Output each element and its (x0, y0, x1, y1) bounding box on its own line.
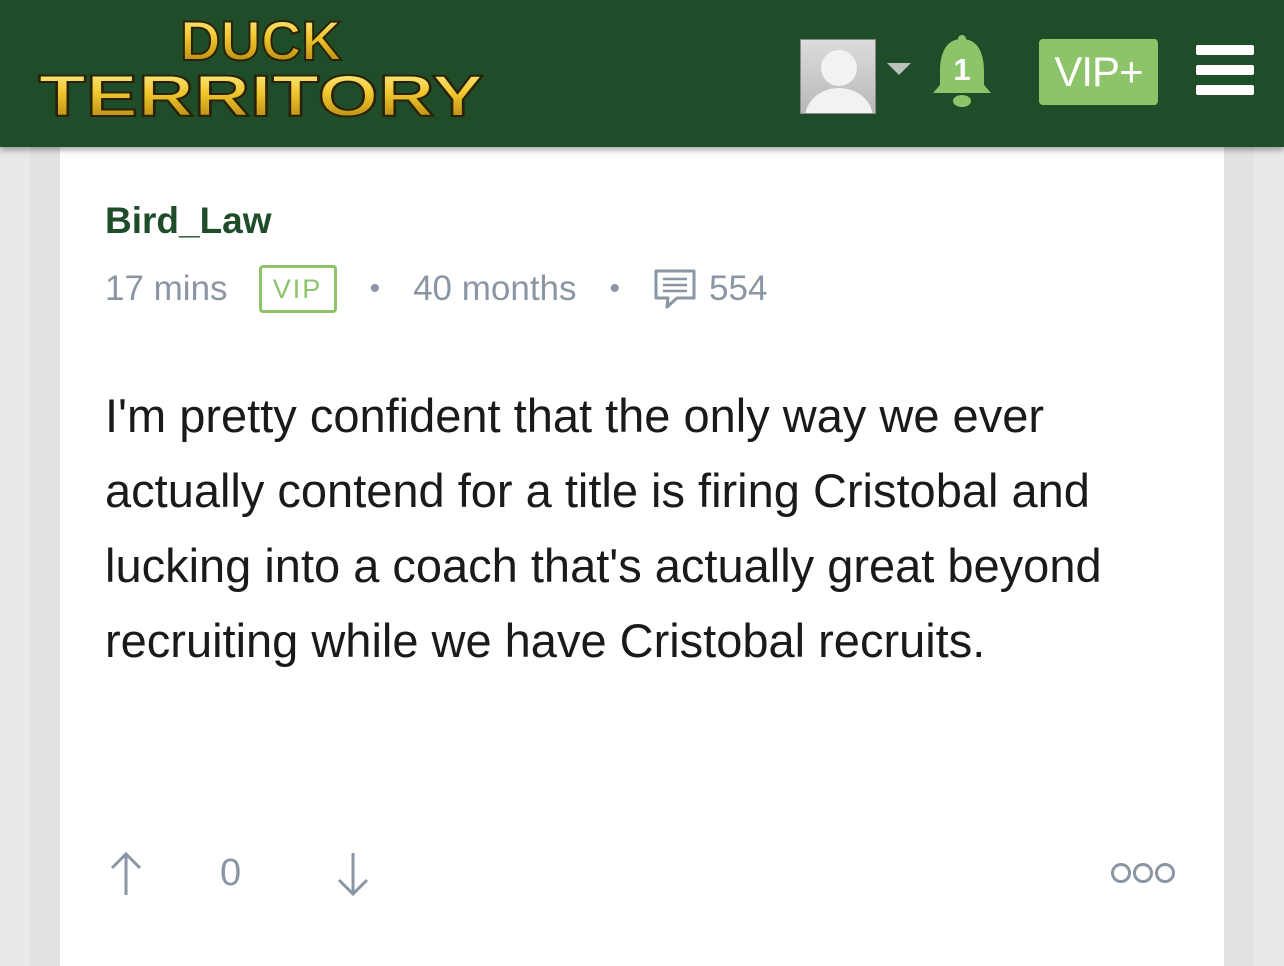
comment-count: 554 (709, 269, 768, 308)
duck-territory-logo[interactable]: DUCK TERRITORY (36, 10, 496, 130)
user-avatar[interactable] (800, 39, 876, 114)
top-navigation-bar: DUCK TERRITORY 1 VIP+ (0, 0, 1284, 147)
meta-separator: • (369, 272, 381, 305)
post-time: 17 mins (105, 269, 228, 308)
comment-icon (654, 269, 696, 309)
notification-count: 1 (953, 52, 971, 87)
post-body: I'm pretty confident that the only way w… (105, 389, 1102, 667)
post-username[interactable]: Bird_Law (105, 200, 272, 242)
upvote-arrow-icon[interactable] (106, 850, 146, 898)
hamburger-menu-icon[interactable] (1196, 45, 1254, 95)
logo-line-1: DUCK (180, 10, 342, 72)
vip-badge: VIP (258, 265, 337, 313)
post-meta: 17 mins VIP • 40 months • 554 (105, 264, 767, 314)
membership-length: 40 months (413, 269, 577, 308)
page-gutter-right (1224, 147, 1254, 966)
logo-line-2: TERRITORY (39, 64, 484, 129)
downvote-arrow-icon[interactable] (333, 850, 373, 898)
vip-plus-button[interactable]: VIP+ (1039, 39, 1158, 105)
meta-separator: • (609, 272, 621, 305)
more-options-icon[interactable] (1110, 860, 1176, 886)
chevron-down-icon[interactable] (885, 60, 913, 78)
vote-count: 0 (220, 852, 242, 894)
page-gutter-left (30, 147, 60, 966)
